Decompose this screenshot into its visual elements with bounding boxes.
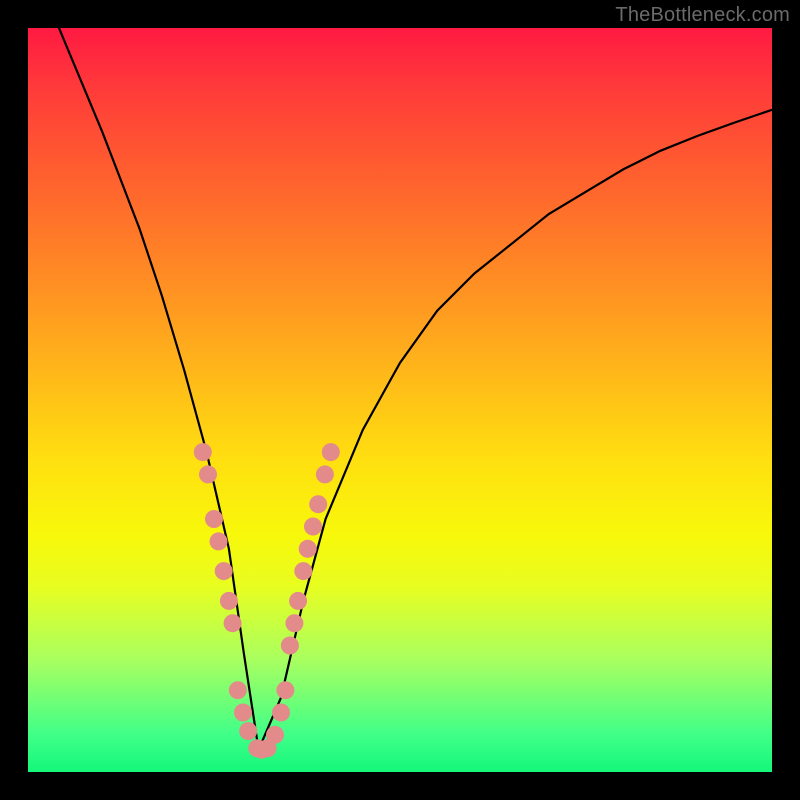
sample-dot — [294, 562, 312, 580]
sample-dot — [229, 681, 247, 699]
sample-dot — [304, 518, 322, 536]
sample-dot — [194, 443, 212, 461]
sample-dot — [285, 614, 303, 632]
sample-dot — [272, 704, 290, 722]
sample-dot — [281, 637, 299, 655]
plot-area — [28, 28, 772, 772]
sample-dot — [309, 495, 327, 513]
watermark-label: TheBottleneck.com — [615, 4, 790, 27]
sample-dot — [210, 532, 228, 550]
sample-dot — [266, 726, 284, 744]
sample-dot — [224, 614, 242, 632]
chart-svg — [28, 28, 772, 772]
sample-dot — [234, 704, 252, 722]
sample-dot — [199, 465, 217, 483]
sample-dot — [299, 540, 317, 558]
sample-dot — [316, 465, 334, 483]
sample-dot — [276, 681, 294, 699]
sample-dot — [239, 722, 257, 740]
sample-dot — [220, 592, 238, 610]
sample-dot — [205, 510, 223, 528]
sample-dot — [322, 443, 340, 461]
sample-dot — [289, 592, 307, 610]
outer-frame: TheBottleneck.com — [0, 0, 800, 800]
sample-dot — [215, 562, 233, 580]
bottleneck-curve — [28, 28, 772, 750]
